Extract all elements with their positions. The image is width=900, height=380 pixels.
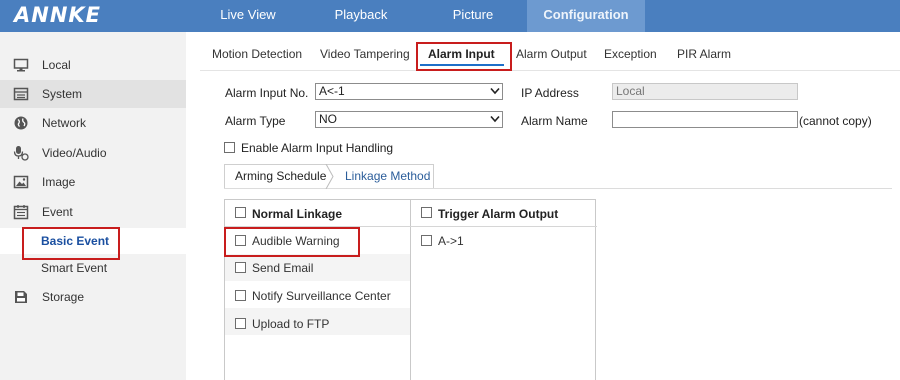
alarm-name-field[interactable] bbox=[612, 111, 798, 128]
sidebar: Local System Network Video/Audio Image E… bbox=[0, 32, 186, 380]
highlight-box-alarm-input bbox=[416, 42, 512, 71]
tab-pir-alarm[interactable]: PIR Alarm bbox=[677, 47, 731, 61]
storage-icon bbox=[15, 291, 27, 303]
globe-icon bbox=[14, 116, 28, 130]
normal-linkage-header: Normal Linkage bbox=[252, 207, 343, 221]
alarm-name-hint: (cannot copy) bbox=[799, 114, 872, 128]
trigger-alarm-output-header: Trigger Alarm Output bbox=[438, 207, 559, 221]
enable-alarm-input-checkbox[interactable] bbox=[224, 142, 235, 153]
subtab-arming-schedule[interactable]: Arming Schedule bbox=[235, 165, 326, 188]
calendar-icon bbox=[13, 205, 29, 220]
top-navigation-bar: ANNKE Live View Playback Picture Configu… bbox=[0, 0, 900, 32]
send-email-label: Send Email bbox=[252, 261, 314, 275]
ip-address-label: IP Address bbox=[521, 86, 579, 100]
alarm-output-a1-label: A->1 bbox=[438, 234, 464, 248]
nav-playback[interactable]: Playback bbox=[318, 0, 404, 32]
ip-address-field: Local bbox=[612, 83, 798, 100]
alarm-type-value: NO bbox=[319, 112, 337, 126]
chevron-down-icon bbox=[490, 115, 500, 123]
tabs-divider bbox=[200, 70, 900, 71]
tab-alarm-output[interactable]: Alarm Output bbox=[516, 47, 587, 61]
sidebar-item-storage[interactable]: Storage bbox=[0, 283, 186, 311]
tab-motion-detection[interactable]: Motion Detection bbox=[212, 47, 302, 61]
tab-video-tampering[interactable]: Video Tampering bbox=[320, 47, 410, 61]
highlight-box-basic-event bbox=[22, 227, 120, 260]
alarm-type-select[interactable]: NO bbox=[315, 111, 503, 128]
alarm-input-no-value: A<-1 bbox=[319, 84, 345, 98]
brand-logo: ANNKE bbox=[14, 3, 102, 27]
nav-live-view[interactable]: Live View bbox=[205, 0, 291, 32]
upload-to-ftp-checkbox[interactable] bbox=[235, 318, 246, 329]
sidebar-item-image[interactable]: Image bbox=[0, 168, 186, 196]
upload-to-ftp-label: Upload to FTP bbox=[252, 317, 330, 331]
system-icon bbox=[13, 87, 29, 101]
sidebar-item-local[interactable]: Local bbox=[0, 51, 186, 79]
sidebar-item-label: Event bbox=[42, 205, 73, 219]
sidebar-item-label: Storage bbox=[42, 290, 85, 304]
notify-surveillance-center-checkbox[interactable] bbox=[235, 290, 246, 301]
sidebar-item-label: Network bbox=[42, 116, 87, 130]
sidebar-item-system[interactable]: System bbox=[0, 80, 186, 108]
nav-configuration[interactable]: Configuration bbox=[527, 0, 645, 32]
alarm-type-label: Alarm Type bbox=[225, 114, 286, 128]
nav-picture[interactable]: Picture bbox=[432, 0, 514, 32]
highlight-box-audible-warning bbox=[224, 227, 360, 257]
microphone-icon bbox=[13, 146, 29, 161]
sidebar-item-label: System bbox=[42, 87, 83, 101]
sidebar-item-label: Local bbox=[42, 58, 71, 72]
sidebar-item-label: Video/Audio bbox=[42, 146, 107, 160]
tab-exception[interactable]: Exception bbox=[604, 47, 657, 61]
sidebar-item-event[interactable]: Event bbox=[0, 198, 186, 226]
column-divider bbox=[410, 200, 411, 380]
monitor-icon bbox=[13, 58, 29, 72]
alarm-output-a1-checkbox[interactable] bbox=[421, 235, 432, 246]
normal-linkage-select-all-checkbox[interactable] bbox=[235, 207, 246, 218]
subtab-linkage-method[interactable]: Linkage Method bbox=[345, 165, 430, 188]
sidebar-item-label: Image bbox=[42, 175, 76, 189]
chevron-down-icon bbox=[490, 87, 500, 95]
alarm-input-no-select[interactable]: A<-1 bbox=[315, 83, 503, 100]
send-email-checkbox[interactable] bbox=[235, 262, 246, 273]
trigger-alarm-output-select-all-checkbox[interactable] bbox=[421, 207, 432, 218]
sidebar-item-network[interactable]: Network bbox=[0, 109, 186, 137]
enable-alarm-input-label: Enable Alarm Input Handling bbox=[241, 141, 394, 155]
alarm-input-no-label: Alarm Input No. bbox=[225, 86, 309, 100]
image-icon bbox=[13, 175, 29, 189]
notify-surveillance-center-label: Notify Surveillance Center bbox=[252, 289, 391, 303]
alarm-name-label: Alarm Name bbox=[521, 114, 588, 128]
sidebar-item-video-audio[interactable]: Video/Audio bbox=[0, 139, 186, 167]
